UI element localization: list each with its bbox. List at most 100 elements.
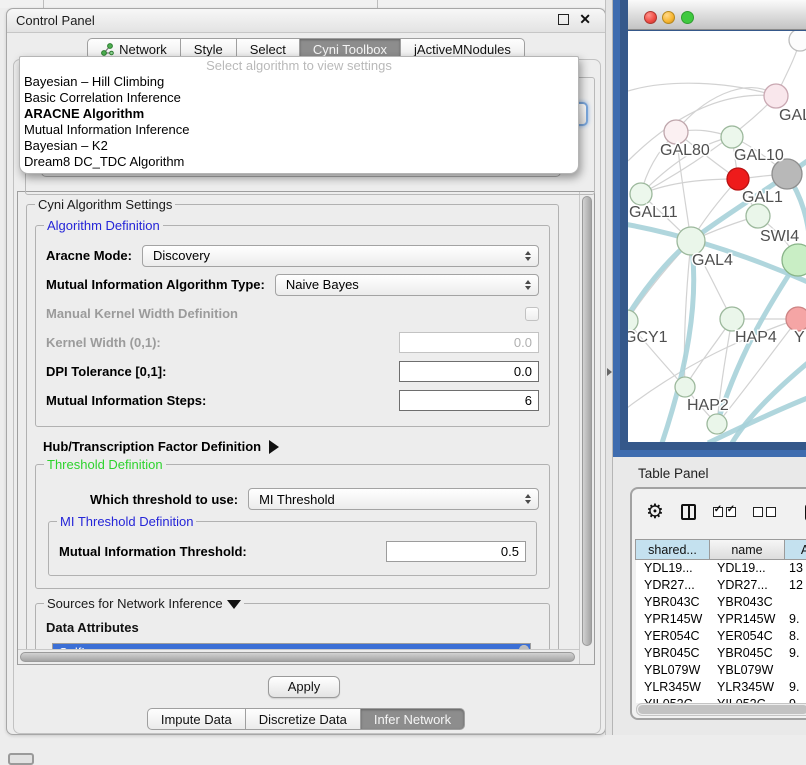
table-row[interactable]: YDR27...YDR27...12 — [636, 577, 806, 594]
combobox-value: Discovery — [153, 248, 210, 263]
cell: 13 — [783, 560, 806, 577]
aracne-mode-label: Aracne Mode: — [46, 248, 132, 263]
close-icon[interactable]: ✕ — [579, 13, 591, 25]
control-panel-titlebar: Control Panel ✕ — [7, 9, 605, 33]
table-row[interactable]: YBR043CYBR043C — [636, 594, 806, 611]
network-node-gal10[interactable] — [721, 126, 743, 148]
vertical-scrollbar[interactable] — [579, 192, 594, 664]
spinner-arrows-icon — [521, 494, 535, 504]
tab-label: Discretize Data — [259, 712, 347, 727]
table-row[interactable]: YPR145WYPR145W9. — [636, 611, 806, 628]
hub-definition-label: Hub/Transcription Factor Definition — [43, 439, 261, 454]
dropdown-item[interactable]: Mutual Information Inference — [20, 122, 578, 138]
dropdown-prompt: Select algorithm to view settings — [20, 58, 578, 74]
app-root: { "window": { "title": "Control Panel" }… — [0, 0, 806, 762]
settings-scrollpane: Cyni Algorithm Settings Algorithm Defini… — [17, 191, 595, 665]
network-node-swi4[interactable] — [746, 204, 770, 228]
zoom-traffic-icon[interactable] — [681, 11, 694, 24]
dpi-tolerance-label: DPI Tolerance [0,1]: — [46, 364, 166, 379]
cell: YBL079W — [636, 662, 709, 679]
network-node-gal11[interactable] — [630, 183, 652, 205]
table-row[interactable]: YBL079WYBL079W — [636, 662, 806, 679]
table-header-row: shared... name A — [636, 539, 806, 560]
cell: YBR045C — [636, 645, 709, 662]
minimize-traffic-icon[interactable] — [662, 11, 675, 24]
network-window-titlebar[interactable] — [628, 0, 806, 30]
close-traffic-icon[interactable] — [644, 11, 657, 24]
cell: YBL079W — [709, 662, 783, 679]
select-all-icon[interactable] — [713, 507, 736, 517]
dropdown-item-selected[interactable]: ARACNE Algorithm — [20, 106, 578, 122]
cell: YIL052C — [709, 696, 783, 703]
spinner-arrows-icon — [521, 251, 535, 261]
network-node-gal1[interactable] — [727, 168, 749, 190]
minimized-panel-icon[interactable] — [8, 753, 34, 765]
sources-group-title[interactable]: Sources for Network Inference — [44, 596, 244, 611]
table-row[interactable]: YDL19...YDL19...13 — [636, 560, 806, 577]
manual-kernel-checkbox[interactable] — [525, 307, 539, 321]
dropdown-item[interactable]: Bayesian – Hill Climbing — [20, 74, 578, 90]
column-header-name[interactable]: name — [709, 539, 785, 560]
hub-definition-expander[interactable]: Hub/Transcription Factor Definition — [43, 439, 550, 454]
dropdown-item[interactable]: Bayesian – K2 — [20, 138, 578, 154]
cell: YBR045C — [709, 645, 783, 662]
data-attributes-label: Data Attributes — [46, 620, 541, 635]
dropdown-item[interactable]: Dream8 DC_TDC Algorithm — [20, 154, 578, 170]
dpi-tolerance-field[interactable] — [399, 361, 539, 382]
node-label: GAL80 — [660, 142, 710, 159]
column-header-shared-name[interactable]: shared... — [635, 539, 710, 560]
mi-threshold-field[interactable] — [386, 541, 526, 562]
network-node[interactable] — [786, 307, 806, 331]
cell: 12 — [783, 577, 806, 594]
table-row[interactable]: YER054CYER054C8. — [636, 628, 806, 645]
network-node-hap2[interactable] — [675, 377, 695, 397]
tab-label: Style — [194, 42, 223, 57]
table-toolbar: ⚙ — [632, 489, 806, 535]
kernel-width-field[interactable] — [399, 332, 539, 353]
table-row[interactable]: YLR345WYLR345W9. — [636, 679, 806, 696]
column-selector-icon[interactable] — [681, 504, 696, 520]
column-header[interactable]: A — [784, 539, 806, 560]
tab-infer-network[interactable]: Infer Network — [361, 708, 465, 730]
scrollbar-thumb[interactable] — [582, 196, 592, 646]
scrollbar-thumb[interactable] — [20, 652, 575, 662]
table-row[interactable]: YIL052CYIL052C9 — [636, 696, 806, 703]
dropdown-item[interactable]: Basic Correlation Inference — [20, 90, 578, 106]
tab-impute-data[interactable]: Impute Data — [147, 708, 246, 730]
scrollbar-thumb[interactable] — [638, 705, 806, 714]
apply-button[interactable]: Apply — [268, 676, 340, 698]
cell: YLR345W — [636, 679, 709, 696]
algorithm-dropdown-list: Select algorithm to view settings Bayesi… — [19, 56, 579, 174]
network-canvas[interactable]: GAL GAL80 GAL10 GAL1 GAL11 SWI4 GAL4 GCY… — [628, 31, 806, 442]
node-label: GAL4 — [692, 252, 733, 269]
divider-collapse-icon[interactable] — [607, 368, 612, 376]
cell: YER054C — [709, 628, 783, 645]
table-horizontal-scrollbar[interactable] — [636, 703, 806, 716]
deselect-all-icon[interactable] — [753, 507, 776, 517]
network-node[interactable] — [764, 84, 788, 108]
network-node[interactable] — [707, 414, 727, 434]
control-panel-window: Control Panel ✕ Network Style Select Cyn… — [6, 8, 606, 735]
network-node-gal4[interactable] — [677, 227, 705, 255]
mi-type-combobox[interactable]: Naive Bayes — [275, 274, 539, 296]
panel-title: Control Panel — [16, 13, 95, 28]
cell: 8. — [783, 628, 806, 645]
table-panel-title: Table Panel — [638, 466, 709, 481]
which-threshold-combobox[interactable]: MI Threshold — [248, 488, 539, 510]
mi-type-label: Mutual Information Algorithm Type: — [46, 277, 265, 292]
aracne-mode-combobox[interactable]: Discovery — [142, 245, 539, 267]
cell: YER054C — [636, 628, 709, 645]
network-node-gal80[interactable] — [664, 120, 688, 144]
horizontal-scrollbar[interactable] — [18, 649, 579, 664]
network-node-hap4[interactable] — [720, 307, 744, 331]
mi-steps-field[interactable] — [399, 390, 539, 411]
kernel-width-label: Kernel Width (0,1): — [46, 335, 161, 350]
network-node[interactable] — [789, 31, 806, 51]
combobox-value: Naive Bayes — [286, 277, 359, 292]
cell: YPR145W — [709, 611, 783, 628]
float-window-icon[interactable] — [558, 14, 569, 25]
gear-icon[interactable]: ⚙ — [646, 502, 664, 522]
network-graph[interactable]: GAL GAL80 GAL10 GAL1 GAL11 SWI4 GAL4 GCY… — [628, 31, 806, 442]
table-row[interactable]: YBR045CYBR045C9. — [636, 645, 806, 662]
tab-discretize-data[interactable]: Discretize Data — [246, 708, 361, 730]
